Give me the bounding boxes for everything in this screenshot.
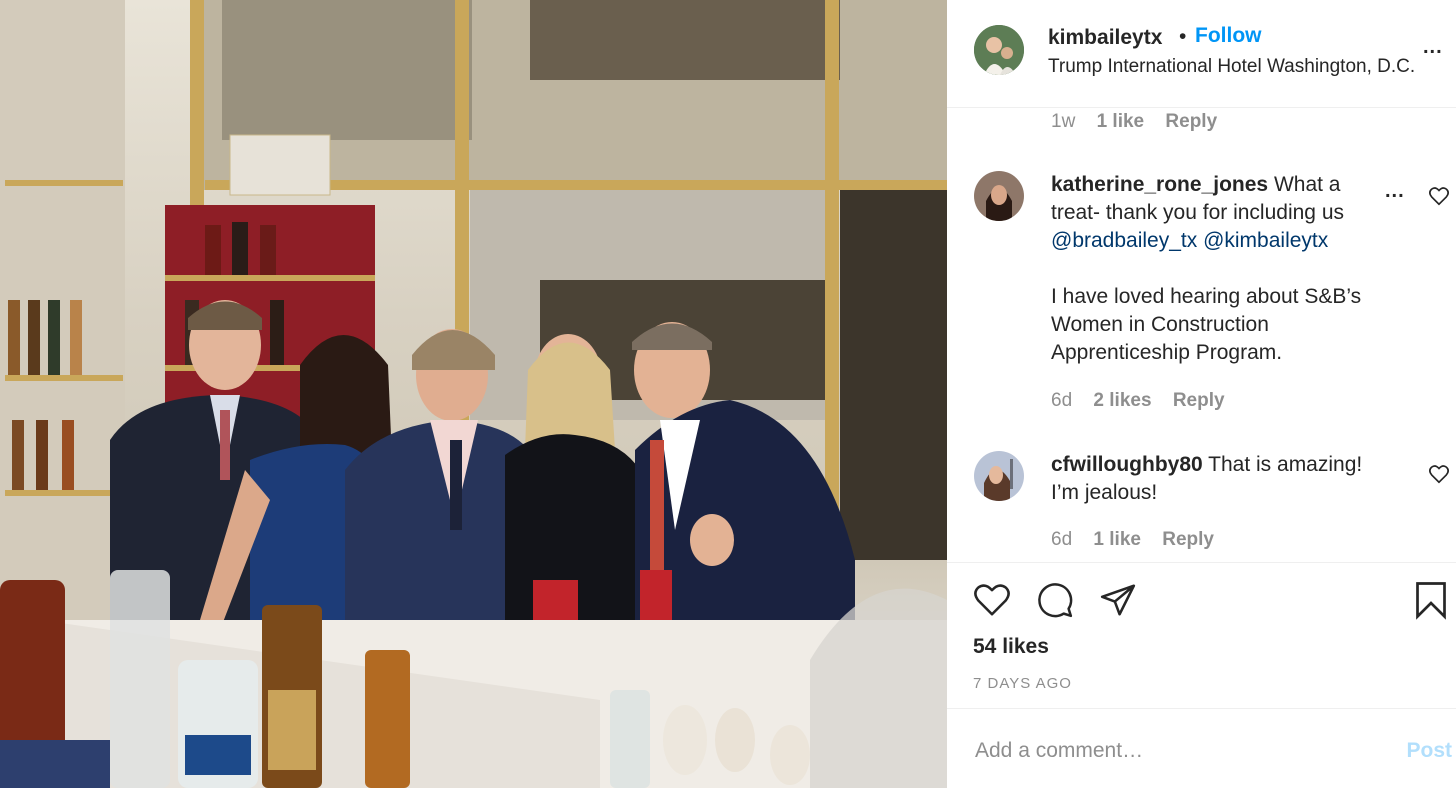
photo-illustration (0, 0, 947, 788)
likes-count[interactable]: 54 likes (973, 635, 1049, 659)
comment-text-line: Women in Construction (1051, 313, 1269, 336)
more-options-icon[interactable]: ... (1423, 36, 1443, 59)
reply-button[interactable]: Reply (1173, 390, 1225, 411)
like-heart-icon[interactable] (973, 581, 1011, 619)
bookmark-icon[interactable] (1413, 580, 1449, 620)
comment-text: That is amazing! (1208, 453, 1363, 476)
comment-likes[interactable]: 1 like (1093, 529, 1141, 550)
comment-icon[interactable] (1036, 581, 1074, 619)
post-timestamp: 7 DAYS AGO (973, 675, 1072, 692)
comment-text-line: treat- thank you for including us (1051, 201, 1344, 224)
comment-text: What a (1273, 173, 1341, 196)
post-photo[interactable] (0, 0, 947, 788)
comment-time[interactable]: 6d (1051, 390, 1072, 411)
post-comment-button[interactable]: Post (1406, 739, 1452, 763)
author-avatar[interactable] (974, 25, 1024, 75)
comment-time[interactable]: 6d (1051, 529, 1072, 550)
comment-time[interactable]: 1w (1051, 111, 1075, 132)
comment-more-icon[interactable]: ... (1385, 180, 1405, 203)
mention-link[interactable]: @kimbaileytx (1203, 229, 1328, 252)
commenter-avatar[interactable] (974, 171, 1024, 221)
commenter-avatar-image (974, 451, 1024, 501)
comment-text-line: I’m jealous! (1051, 481, 1158, 504)
post-header: kimbaileytx • Follow Trump International… (947, 0, 1456, 108)
reply-button[interactable]: Reply (1162, 529, 1214, 550)
comment-text-line: Apprenticeship Program. (1051, 341, 1283, 364)
comment-likes[interactable]: 1 like (1097, 111, 1145, 132)
comment-input[interactable] (973, 735, 1377, 767)
post-actions: 54 likes 7 DAYS AGO (947, 562, 1456, 709)
author-username[interactable]: kimbaileytx (1048, 26, 1162, 50)
share-icon[interactable] (1099, 581, 1137, 619)
comment-item: katherine_rone_jones What a treat- thank… (1051, 171, 1381, 367)
comment-meta-previous: 1w 1 like Reply (1051, 111, 1233, 133)
comment-text-line: I have loved hearing about S&B’s (1051, 285, 1362, 308)
separator-dot: • (1179, 25, 1187, 48)
comment-username[interactable]: cfwilloughby80 (1051, 453, 1203, 476)
comment-item: cfwilloughby80 That is amazing! I’m jeal… (1051, 451, 1411, 507)
mention-link[interactable]: @bradbailey_tx (1051, 229, 1197, 252)
follow-button[interactable]: Follow (1195, 24, 1262, 48)
commenter-avatar-image (974, 171, 1024, 221)
comment-username[interactable]: katherine_rone_jones (1051, 173, 1268, 196)
comment-like-heart-icon[interactable] (1428, 185, 1450, 207)
comment-meta: 6d 1 like Reply (1051, 529, 1230, 551)
comment-like-heart-icon[interactable] (1428, 463, 1450, 485)
commenter-avatar[interactable] (974, 451, 1024, 501)
post-location[interactable]: Trump International Hotel Washington, D.… (1048, 56, 1415, 78)
comment-composer: Post (947, 708, 1456, 789)
comment-likes[interactable]: 2 likes (1093, 390, 1151, 411)
reply-button[interactable]: Reply (1165, 111, 1217, 132)
author-avatar-image (974, 25, 1024, 75)
post-sidebar: kimbaileytx • Follow Trump International… (947, 0, 1456, 788)
comment-meta: 6d 2 likes Reply (1051, 390, 1241, 412)
